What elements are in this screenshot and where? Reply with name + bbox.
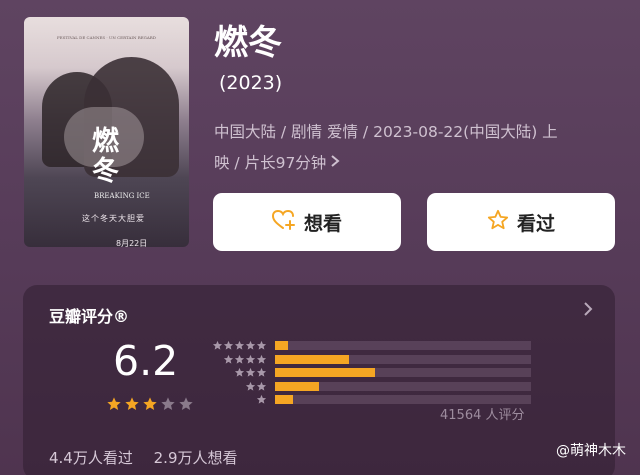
chevron-right-icon[interactable] — [330, 148, 340, 179]
wish-count[interactable]: 2.9万人想看 — [154, 449, 238, 467]
movie-title: 燃冬 — [214, 23, 282, 63]
distribution-bar — [275, 368, 375, 378]
meta-line-1: 中国大陆 / 剧情 爱情 / 2023-08-22(中国大陆) 上 — [214, 123, 558, 141]
distribution-track — [275, 395, 531, 405]
movie-year: (2023) — [219, 72, 283, 94]
heart-plus-icon — [271, 209, 304, 236]
watermark: @萌神木木 — [556, 443, 626, 459]
distribution-bar — [275, 381, 319, 391]
star-outline-icon — [487, 209, 517, 236]
star-empty-icon — [160, 396, 176, 416]
star-level-icons — [211, 381, 267, 392]
distribution-bar — [275, 354, 350, 364]
star-filled-icon — [106, 396, 122, 416]
movie-meta[interactable]: 中国大陆 / 剧情 爱情 / 2023-08-22(中国大陆) 上 映 / 片长… — [214, 117, 624, 179]
star-filled-icon — [124, 396, 140, 416]
poster-subtitle: BREAKING ICE — [94, 192, 150, 200]
rating-distribution — [211, 339, 531, 407]
star-level-icons — [211, 367, 267, 378]
distribution-row — [211, 339, 531, 353]
watched-count[interactable]: 4.4万人看过 — [49, 449, 133, 467]
poster-tagline: 这个冬天大胆爱 — [82, 214, 145, 223]
rating-stars — [106, 396, 194, 416]
star-level-icons — [211, 340, 267, 351]
chevron-right-icon[interactable] — [583, 301, 593, 322]
star-empty-icon — [178, 396, 194, 416]
rating-header: 豆瓣评分® — [49, 307, 130, 326]
distribution-row — [211, 353, 531, 367]
douban-rating-card[interactable]: 豆瓣评分® 6.2 41564 人评分 4.4万人看过 2.9万人想看 — [23, 285, 615, 475]
seen-label: 看过 — [516, 212, 555, 235]
distribution-row — [211, 380, 531, 394]
distribution-track — [275, 368, 531, 378]
distribution-row — [211, 366, 531, 380]
distribution-track — [275, 381, 531, 391]
watch-stats: 4.4万人看过 2.9万人想看 — [49, 447, 238, 468]
meta-line-2: 映 / 片长97分钟 — [214, 154, 327, 172]
distribution-bar — [275, 341, 288, 351]
poster-title: 燃冬 — [92, 126, 119, 187]
want-to-watch-button[interactable]: 想看 — [213, 193, 401, 251]
star-level-icons — [211, 394, 267, 405]
distribution-track — [275, 354, 531, 364]
want-label: 想看 — [303, 212, 342, 235]
rating-score: 6.2 — [113, 337, 179, 385]
poster-date: 8月22日 — [116, 239, 148, 247]
poster-festival-mark: FESTIVAL DE CANNES · UN CERTAIN REGARD — [57, 35, 156, 40]
distribution-bar — [275, 395, 293, 405]
star-level-icons — [211, 354, 267, 365]
distribution-track — [275, 341, 531, 351]
have-seen-button[interactable]: 看过 — [427, 193, 615, 251]
rating-count: 41564 人评分 — [440, 408, 525, 423]
star-filled-icon — [142, 396, 158, 416]
movie-poster[interactable]: FESTIVAL DE CANNES · UN CERTAIN REGARD 燃… — [24, 17, 189, 247]
